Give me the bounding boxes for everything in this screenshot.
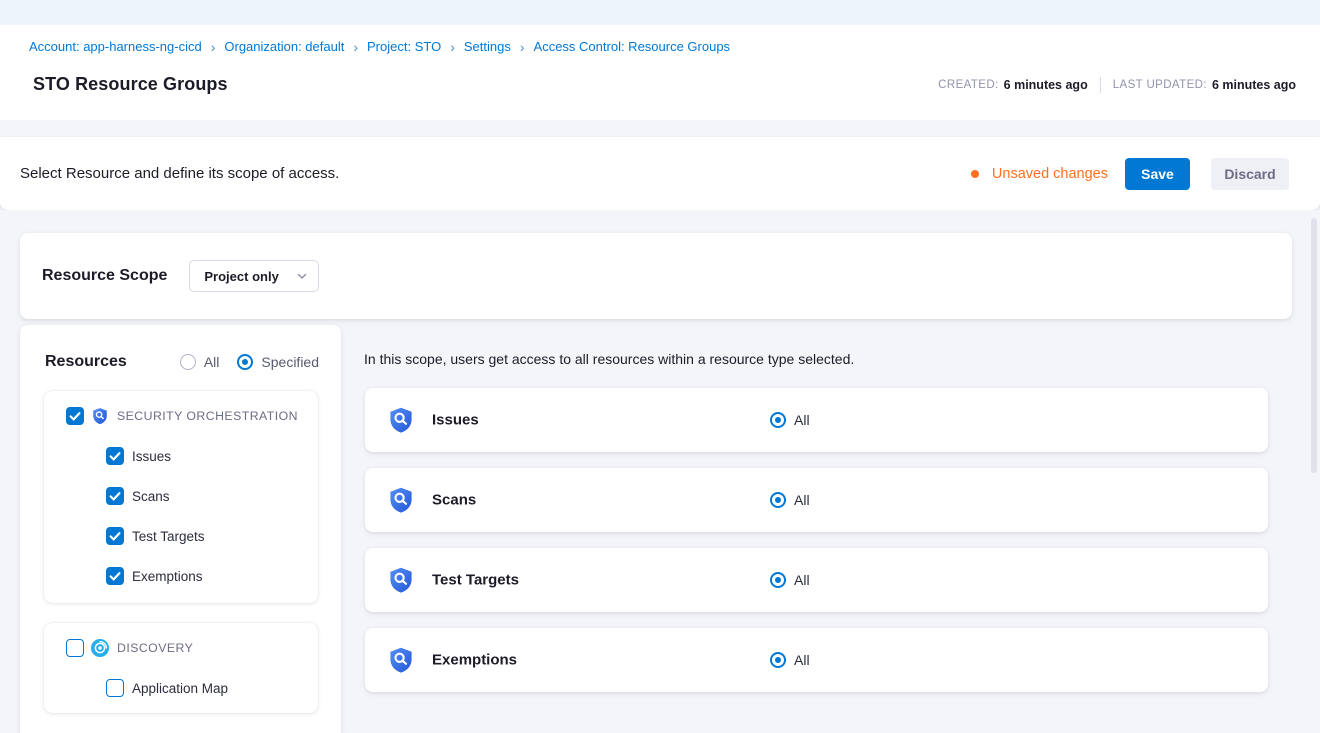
page-title: STO Resource Groups bbox=[33, 74, 228, 95]
sto-shield-icon bbox=[387, 486, 415, 514]
header-row: STO Resource Groups CREATED: 6 minutes a… bbox=[0, 54, 1320, 95]
page-header: Account: app-harness-ng-cicd › Organizat… bbox=[0, 25, 1320, 120]
resource-scope-dropdown[interactable]: Project only bbox=[189, 260, 319, 292]
group-label: DISCOVERY bbox=[117, 641, 193, 655]
radio-all-label: All bbox=[794, 572, 810, 588]
group-label: SECURITY ORCHESTRATION bbox=[117, 409, 298, 423]
sto-shield-icon bbox=[387, 646, 415, 674]
resource-card-title: Exemptions bbox=[432, 652, 517, 669]
unsaved-changes-dot-icon bbox=[971, 170, 979, 178]
page: Account: app-harness-ng-cicd › Organizat… bbox=[0, 0, 1320, 733]
resource-group-security-orchestration: SECURITY ORCHESTRATION Issues Scans bbox=[44, 391, 318, 603]
radio-all-label: All bbox=[204, 354, 220, 370]
resource-group-discovery: DISCOVERY Application Map bbox=[44, 623, 318, 713]
radio-all-label: All bbox=[794, 652, 810, 668]
resource-card-scans: Scans All bbox=[365, 468, 1268, 532]
resource-card-all-radio[interactable]: All bbox=[770, 412, 810, 428]
discovery-icon bbox=[91, 639, 109, 657]
radio-all[interactable]: All bbox=[180, 354, 220, 370]
top-strip bbox=[0, 0, 1320, 25]
last-updated-value: 6 minutes ago bbox=[1212, 78, 1296, 92]
tree-child-row[interactable]: Issues bbox=[106, 447, 318, 465]
chevron-right-icon: › bbox=[353, 39, 358, 54]
radio-all-circle-icon[interactable] bbox=[180, 354, 196, 370]
checkbox-exemptions[interactable] bbox=[106, 567, 124, 585]
checkbox-scans[interactable] bbox=[106, 487, 124, 505]
chevron-right-icon: › bbox=[520, 39, 525, 54]
child-label: Application Map bbox=[132, 681, 228, 696]
resource-card-title: Issues bbox=[432, 412, 479, 429]
sto-shield-icon bbox=[387, 566, 415, 594]
tree-parent-row[interactable]: SECURITY ORCHESTRATION bbox=[66, 407, 318, 425]
breadcrumb-settings-link[interactable]: Settings bbox=[464, 39, 511, 54]
child-label: Exemptions bbox=[132, 569, 203, 584]
radio-specified-circle-icon[interactable] bbox=[237, 354, 253, 370]
meta-divider bbox=[1100, 77, 1101, 93]
action-toolbar: Select Resource and define its scope of … bbox=[0, 137, 1320, 210]
resource-card-all-radio[interactable]: All bbox=[770, 652, 810, 668]
radio-circle-icon[interactable] bbox=[770, 412, 786, 428]
chevron-right-icon: › bbox=[450, 39, 455, 54]
resource-card-issues: Issues All bbox=[365, 388, 1268, 452]
checkbox-discovery[interactable] bbox=[66, 639, 84, 657]
last-updated-label: LAST UPDATED: bbox=[1113, 79, 1207, 91]
resources-panel-header: Resources All Specified bbox=[45, 353, 319, 371]
tree-child-row[interactable]: Exemptions bbox=[106, 567, 318, 585]
resource-card-all-radio[interactable]: All bbox=[770, 492, 810, 508]
save-button[interactable]: Save bbox=[1125, 158, 1190, 190]
radio-all-label: All bbox=[794, 412, 810, 428]
radio-specified[interactable]: Specified bbox=[237, 354, 319, 370]
resources-mode-radio-group: All Specified bbox=[180, 354, 319, 370]
toolbar-actions: Unsaved changes Save Discard bbox=[971, 158, 1289, 190]
radio-all-label: All bbox=[794, 492, 810, 508]
child-label: Scans bbox=[132, 489, 170, 504]
vertical-scrollbar-thumb[interactable] bbox=[1311, 218, 1317, 473]
checkbox-security-orchestration[interactable] bbox=[66, 407, 84, 425]
checkbox-issues[interactable] bbox=[106, 447, 124, 465]
chevron-right-icon: › bbox=[211, 39, 216, 54]
radio-specified-label: Specified bbox=[261, 354, 319, 370]
resource-card-exemptions: Exemptions All bbox=[365, 628, 1268, 692]
radio-circle-icon[interactable] bbox=[770, 652, 786, 668]
created-label: CREATED: bbox=[938, 79, 999, 91]
resource-scope-selected-value: Project only bbox=[204, 269, 278, 284]
breadcrumb-access-control-link[interactable]: Access Control: Resource Groups bbox=[534, 39, 731, 54]
resource-card-test-targets: Test Targets All bbox=[365, 548, 1268, 612]
resources-panel: Resources All Specified bbox=[20, 325, 341, 733]
radio-circle-icon[interactable] bbox=[770, 572, 786, 588]
breadcrumb-project-link[interactable]: Project: STO bbox=[367, 39, 441, 54]
resource-scope-card: Resource Scope Project only bbox=[20, 233, 1292, 319]
checkbox-application-map[interactable] bbox=[106, 679, 124, 697]
sto-shield-icon bbox=[387, 406, 415, 434]
toolbar-description: Select Resource and define its scope of … bbox=[20, 165, 339, 182]
unsaved-changes-label: Unsaved changes bbox=[992, 166, 1108, 182]
tree-parent-row[interactable]: DISCOVERY bbox=[66, 639, 318, 657]
tree-child-row[interactable]: Scans bbox=[106, 487, 318, 505]
breadcrumb-organization-link[interactable]: Organization: default bbox=[224, 39, 344, 54]
scope-access-note: In this scope, users get access to all r… bbox=[364, 351, 854, 367]
resource-card-title: Scans bbox=[432, 492, 476, 509]
resource-scope-label: Resource Scope bbox=[42, 267, 167, 285]
checkbox-test-targets[interactable] bbox=[106, 527, 124, 545]
created-value: 6 minutes ago bbox=[1004, 78, 1088, 92]
discard-button[interactable]: Discard bbox=[1211, 158, 1289, 190]
child-label: Test Targets bbox=[132, 529, 205, 544]
header-meta: CREATED: 6 minutes ago LAST UPDATED: 6 m… bbox=[938, 77, 1296, 93]
resource-card-title: Test Targets bbox=[432, 572, 519, 589]
tree-child-row[interactable]: Test Targets bbox=[106, 527, 318, 545]
tree-child-row[interactable]: Application Map bbox=[106, 679, 318, 697]
resource-card-all-radio[interactable]: All bbox=[770, 572, 810, 588]
radio-circle-icon[interactable] bbox=[770, 492, 786, 508]
resource-type-cards: Issues All Scans All bbox=[365, 388, 1268, 708]
content-area: Resource Scope Project only Resources Al… bbox=[0, 210, 1320, 733]
breadcrumb: Account: app-harness-ng-cicd › Organizat… bbox=[0, 25, 1320, 54]
child-label: Issues bbox=[132, 449, 171, 464]
chevron-down-icon bbox=[296, 270, 308, 282]
resources-title: Resources bbox=[45, 353, 127, 371]
sto-shield-icon bbox=[91, 407, 109, 425]
breadcrumb-account-link[interactable]: Account: app-harness-ng-cicd bbox=[29, 39, 202, 54]
